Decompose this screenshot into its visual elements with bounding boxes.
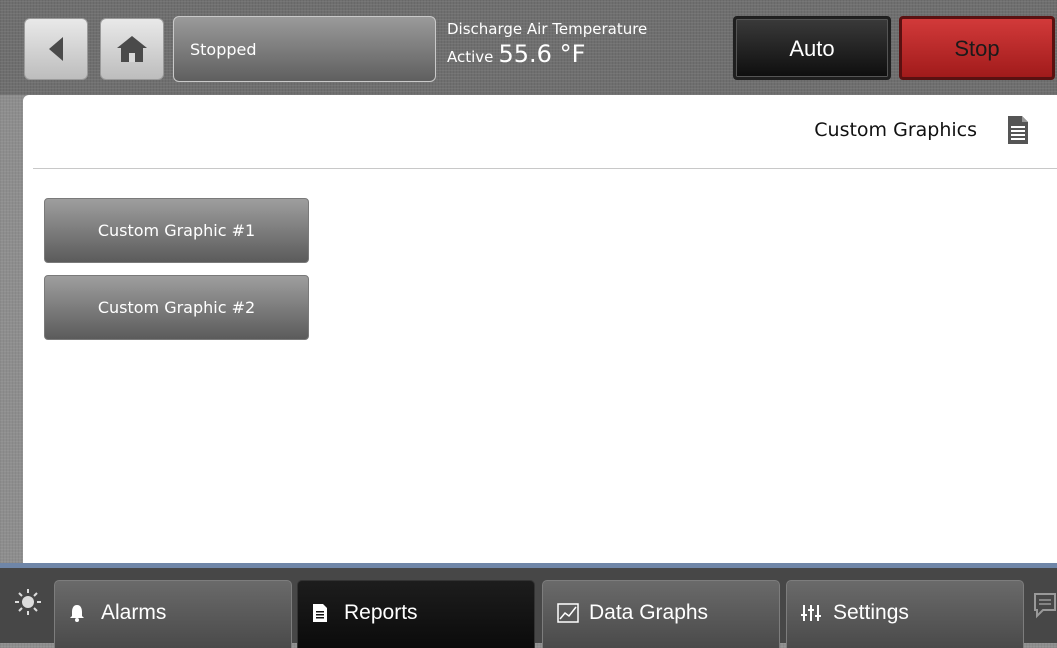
tab-alarms-label: Alarms: [101, 601, 167, 624]
auto-button[interactable]: Auto: [733, 16, 891, 80]
custom-graphic-1-button[interactable]: Custom Graphic #1: [44, 198, 309, 263]
bell-icon: [70, 605, 84, 622]
chart-icon: [557, 603, 579, 623]
back-button[interactable]: [24, 18, 88, 80]
tab-reports[interactable]: Reports: [297, 580, 535, 648]
tab-settings-label: Settings: [833, 601, 909, 624]
tab-reports-label: Reports: [344, 601, 418, 624]
unit-status[interactable]: Stopped: [173, 16, 436, 82]
chat-icon[interactable]: [1033, 592, 1057, 620]
brightness-icon[interactable]: [14, 588, 42, 616]
sensor-value: 55.6 °F: [498, 40, 586, 68]
sensor-label: Discharge Air Temperature: [447, 20, 648, 38]
document-icon[interactable]: [1007, 115, 1029, 145]
bottom-nav: Alarms Reports Data Graphs Settings: [0, 563, 1057, 648]
stop-button[interactable]: Stop: [899, 16, 1055, 80]
sliders-icon: [801, 605, 821, 621]
discharge-air-temp-readout: Discharge Air Temperature Active 55.6 °F: [447, 20, 647, 68]
main-panel: Custom Graphics Custom Graphic #1 Custom…: [23, 95, 1057, 563]
tab-settings[interactable]: Settings: [786, 580, 1024, 648]
tab-alarms[interactable]: Alarms: [54, 580, 292, 648]
home-button[interactable]: [100, 18, 164, 80]
page-title: Custom Graphics: [814, 119, 977, 141]
title-divider: [33, 168, 1057, 169]
tab-data-graphs-label: Data Graphs: [589, 601, 709, 624]
top-bar: Stopped Discharge Air Temperature Active…: [0, 0, 1057, 95]
back-arrow-icon: [49, 37, 63, 61]
sensor-state: Active: [447, 48, 494, 66]
document-icon: [313, 604, 327, 622]
custom-graphic-2-button[interactable]: Custom Graphic #2: [44, 275, 309, 340]
home-icon: [117, 36, 147, 62]
tab-data-graphs[interactable]: Data Graphs: [542, 580, 780, 648]
